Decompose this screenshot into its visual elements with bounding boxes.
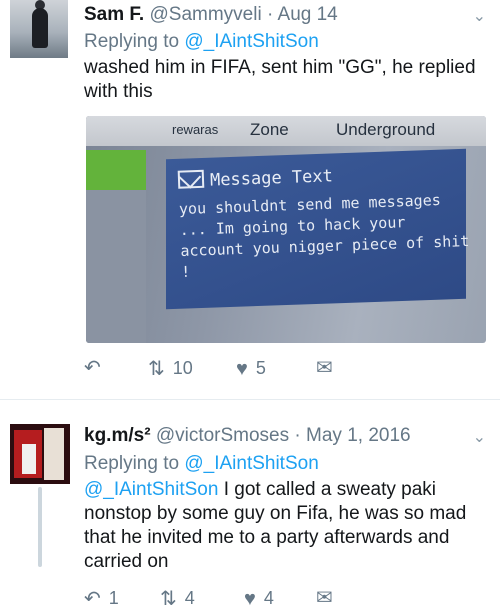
reply-count: 1 [108, 588, 119, 608]
retweet-count: 10 [172, 358, 193, 378]
separator-dot: · [266, 4, 274, 25]
tweet-actions: ↶ ⇅ 10 ♥ 5 ✉ [84, 358, 484, 386]
reply-icon: ↶ [84, 587, 101, 610]
envelope-icon: ✉ [316, 357, 333, 379]
photo-tab-underground: Underground [336, 120, 436, 139]
photo-green-tab [86, 150, 146, 190]
photo-left-panel [86, 190, 146, 343]
reply-button[interactable]: ↶ 1 [84, 588, 119, 609]
retweet-icon: ⇅ [160, 587, 177, 610]
like-button[interactable]: ♥ 4 [244, 588, 274, 609]
chevron-down-icon[interactable]: ⌄ [473, 6, 486, 26]
tweet-actions: ↶ 1 ⇅ 4 ♥ 4 ✉ [84, 588, 484, 616]
replying-handle[interactable]: @_IAintShitSon [184, 453, 318, 474]
timestamp[interactable]: Aug 14 [278, 4, 338, 25]
photo-message-body: you shouldnt send me messages ... Im goi… [178, 190, 470, 282]
retweet-icon: ⇅ [148, 357, 165, 380]
reply-button[interactable]: ↶ [84, 358, 101, 378]
replying-to: Replying to @_IAintShitSon [84, 31, 319, 53]
replying-to: Replying to @_IAintShitSon [84, 453, 319, 475]
envelope-icon: ✉ [316, 587, 333, 609]
tweet[interactable]: Sam F. @Sammyveli · Aug 14 ⌄ Replying to… [0, 0, 500, 399]
photo-tab-zone: Zone [250, 120, 289, 139]
mention-link[interactable]: @_IAintShitSon [84, 479, 218, 500]
handle[interactable]: @victorSmoses [156, 425, 289, 446]
timestamp[interactable]: May 1, 2016 [306, 425, 411, 446]
replying-prefix: Replying to [84, 31, 180, 52]
dm-button[interactable]: ✉ [316, 588, 333, 608]
dm-button[interactable]: ✉ [316, 358, 333, 378]
avatar[interactable] [10, 424, 70, 484]
avatar-shape [44, 428, 64, 480]
avatar-shape [22, 444, 36, 474]
reply-icon: ↶ [84, 357, 101, 379]
like-count: 5 [255, 358, 266, 378]
handle[interactable]: @Sammyveli [149, 4, 261, 25]
chevron-down-icon[interactable]: ⌄ [473, 427, 486, 447]
tweet-photo[interactable]: rewaras Zone Underground Message Text yo… [86, 116, 486, 343]
tweet-header: Sam F. @Sammyveli · Aug 14 [84, 4, 338, 26]
heart-icon: ♥ [244, 587, 256, 610]
retweet-button[interactable]: ⇅ 10 [148, 358, 193, 379]
tweet-header: kg.m/s² @victorSmoses · May 1, 2016 [84, 425, 411, 447]
tweet-text: @_IAintShitSon I got called a sweaty pak… [84, 478, 484, 574]
display-name[interactable]: Sam F. [84, 4, 144, 25]
envelope-icon [177, 169, 205, 189]
display-name[interactable]: kg.m/s² [84, 425, 151, 446]
avatar-figure-shape [32, 8, 48, 48]
photo-tab-cut: rewaras [172, 122, 219, 137]
thread-line [38, 487, 42, 567]
separator-dot: · [294, 425, 301, 446]
tweet-text: washed him in FIFA, sent him "GG", he re… [84, 57, 476, 102]
avatar[interactable] [10, 0, 68, 58]
replying-handle[interactable]: @_IAintShitSon [184, 31, 318, 52]
retweet-button[interactable]: ⇅ 4 [160, 588, 195, 609]
heart-icon: ♥ [236, 357, 248, 380]
replying-prefix: Replying to [84, 453, 180, 474]
like-count: 4 [263, 588, 274, 608]
retweet-count: 4 [184, 588, 195, 608]
like-button[interactable]: ♥ 5 [236, 358, 266, 379]
